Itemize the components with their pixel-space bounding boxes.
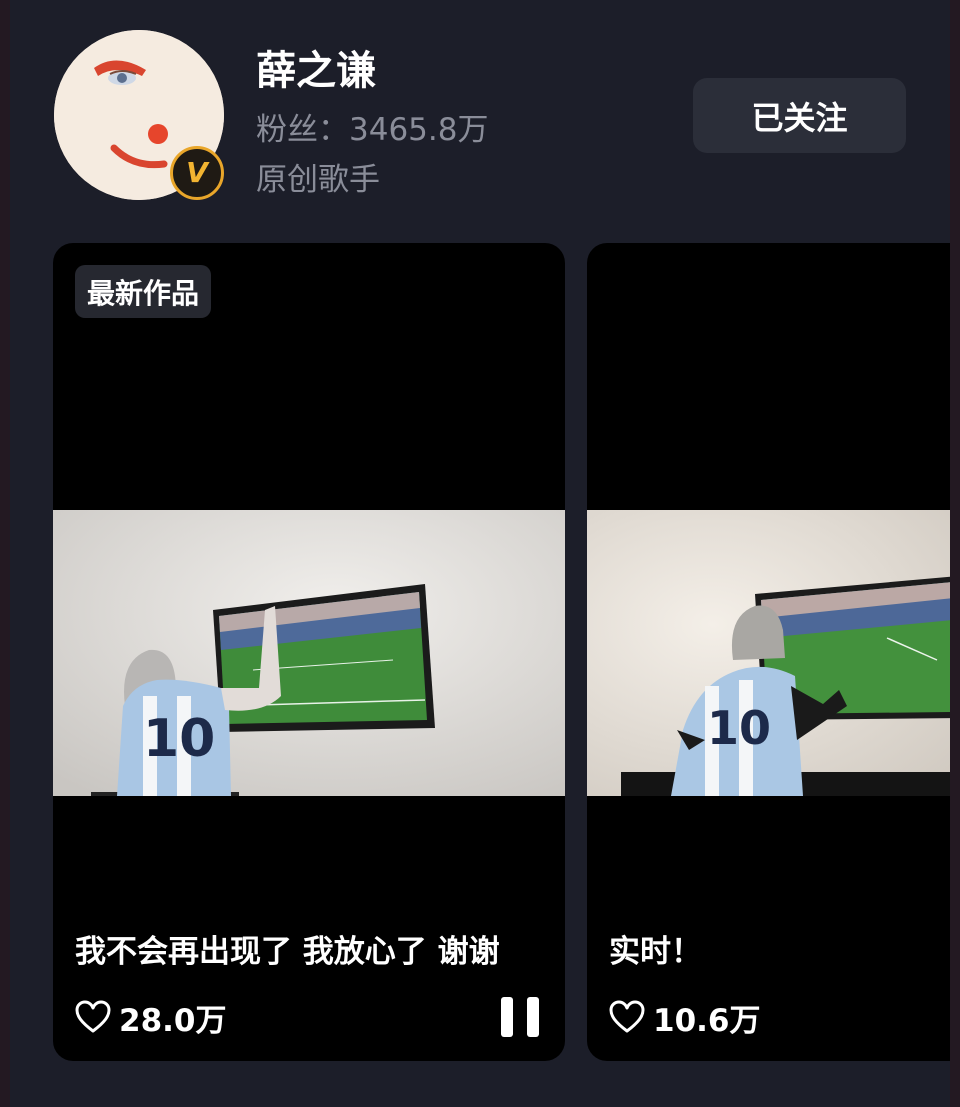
pause-icon[interactable] [501, 997, 539, 1037]
svg-text:10: 10 [707, 701, 771, 755]
latest-work-badge: 最新作品 [75, 265, 212, 318]
like-counter[interactable]: 10.6万 [609, 995, 761, 1039]
svg-text:10: 10 [143, 709, 215, 769]
artist-title: 原创歌手 [256, 162, 380, 198]
artist-profile-panel: V 薛之谦 粉丝：3465.8万 原创歌手 已关注 10 最新作品 我不会再出现… [10, 0, 950, 1107]
heart-outline-icon [75, 1000, 111, 1033]
follow-button[interactable]: 已关注 [693, 78, 906, 153]
like-count: 28.0万 [119, 1002, 227, 1039]
video-caption: 实时！ [609, 934, 702, 970]
fan-count: 粉丝：3465.8万 [256, 112, 489, 148]
video-caption: 我不会再出现了 我放心了 谢谢 [75, 934, 500, 970]
like-counter[interactable]: 28.0万 [75, 995, 227, 1039]
video-card[interactable]: 10 实时！ 10.6万 [587, 243, 950, 1061]
vip-badge-icon: V [170, 146, 224, 200]
like-count: 10.6万 [653, 1002, 761, 1039]
left-edge-strip [0, 0, 10, 1107]
artist-name[interactable]: 薛之谦 [256, 38, 376, 96]
video-thumbnail: 10 [53, 510, 565, 796]
video-thumbnail: 10 [587, 510, 950, 796]
video-card-latest[interactable]: 10 最新作品 我不会再出现了 我放心了 谢谢 28.0万 [53, 243, 565, 1061]
right-edge-strip [950, 0, 960, 1107]
heart-outline-icon [609, 1000, 645, 1033]
